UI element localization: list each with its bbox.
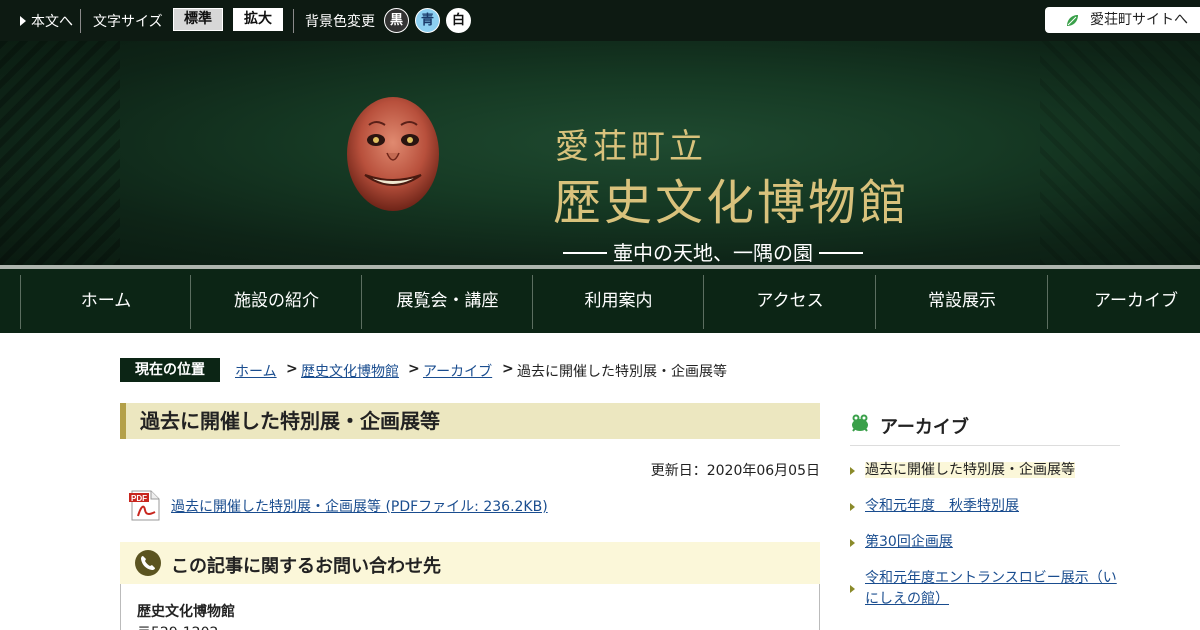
breadcrumb-archive[interactable]: アーカイブ [423, 361, 492, 381]
town-site-link[interactable]: 愛荘町サイトへ [1045, 7, 1200, 33]
frog-icon [852, 414, 868, 432]
sidebar-item-current[interactable]: 過去に開催した特別展・企画展等 [850, 460, 1120, 481]
font-large-button[interactable]: 拡大 [233, 8, 283, 31]
sidebar-item-label: 令和元年度 秋季特別展 [865, 498, 1019, 514]
contact-zip: 〒529-1202 [137, 622, 218, 630]
svg-text:PDF: PDF [131, 494, 147, 503]
tagline-text: 壷中の天地、一隅の園 [613, 241, 813, 265]
sidebar-item-label-cont: にしえの館） [865, 591, 949, 607]
nav-item-guide[interactable]: 利用案内 [532, 275, 704, 329]
contact-body: 歴史文化博物館 〒529-1202 [120, 584, 820, 630]
sidebar-item-label: 過去に開催した特別展・企画展等 [865, 462, 1075, 478]
skip-to-content-link[interactable]: 本文へ [20, 11, 73, 31]
page-title-box: 過去に開催した特別展・企画展等 [120, 403, 820, 439]
breadcrumb-separator: > [502, 361, 514, 377]
breadcrumb-museum[interactable]: 歴史文化博物館 [301, 361, 399, 381]
decorative-dash [819, 252, 863, 254]
town-site-link-label: 愛荘町サイトへ [1090, 12, 1188, 28]
divider [293, 9, 294, 33]
sidebar-item-entrance-lobby[interactable]: 令和元年度エントランスロビー展示（い にしえの館） [850, 568, 1120, 610]
site-title-small: 愛荘町立 [555, 127, 707, 167]
nav-item-facility[interactable]: 施設の紹介 [190, 275, 362, 329]
page-title: 過去に開催した特別展・企画展等 [140, 409, 440, 433]
divider [80, 9, 81, 33]
sidebar-heading-box: アーカイブ [850, 410, 1120, 446]
bg-black-button[interactable]: 黒 [384, 8, 409, 33]
contact-heading-box: この記事に関するお問い合わせ先 [120, 542, 820, 584]
nav-item-access[interactable]: アクセス [703, 275, 876, 329]
sidebar-heading: アーカイブ [880, 417, 969, 438]
town-logo-icon [1067, 15, 1078, 26]
bg-white-button[interactable]: 白 [446, 8, 471, 33]
sidebar-item-autumn-special[interactable]: 令和元年度 秋季特別展 [850, 496, 1120, 517]
breadcrumb-label: 現在の位置 [120, 358, 220, 382]
hero-pattern-right [1040, 41, 1200, 266]
contact-heading: この記事に関するお問い合わせ先 [171, 556, 441, 577]
hero-banner: 愛荘町立 歴史文化博物館 壷中の天地、一隅の園 [0, 41, 1200, 266]
utility-bar: 本文へ 文字サイズ 標準 拡大 背景色変更 黒 青 白 愛荘町サイトへ [0, 0, 1200, 41]
pdf-download-link[interactable]: 過去に開催した特別展・企画展等 (PDFファイル: 236.2KB) [171, 496, 548, 516]
nav-item-permanent[interactable]: 常設展示 [875, 275, 1048, 329]
pdf-icon: PDF [129, 490, 160, 521]
site-tagline: 壷中の天地、一隅の園 [557, 237, 869, 266]
breadcrumb-home[interactable]: ホーム [235, 361, 277, 381]
sidebar-item-label: 令和元年度エントランスロビー展示（い [865, 570, 1117, 586]
phone-icon [135, 550, 161, 576]
hero-pattern-left [0, 41, 120, 266]
font-size-label: 文字サイズ [93, 14, 163, 30]
decorative-dash [563, 252, 607, 254]
font-standard-button[interactable]: 標準 [173, 8, 223, 31]
breadcrumb-separator: > [408, 361, 420, 377]
sidebar-item-30th-exhibition[interactable]: 第30回企画展 [850, 532, 1120, 553]
bg-color-label: 背景色変更 [305, 14, 375, 30]
updated-date: 更新日：2020年06月05日 [650, 463, 820, 479]
breadcrumb-separator: > [286, 361, 298, 377]
sidebar-item-label: 第30回企画展 [865, 534, 953, 550]
contact-org: 歴史文化博物館 [137, 604, 235, 620]
noh-mask-image [347, 97, 439, 211]
site-title-main: 歴史文化博物館 [553, 175, 911, 231]
nav-item-archive[interactable]: アーカイブ [1047, 275, 1200, 329]
global-nav: ホーム 施設の紹介 展覧会・講座 利用案内 アクセス 常設展示 アーカイブ [0, 269, 1200, 333]
nav-item-exhibitions[interactable]: 展覧会・講座 [361, 275, 533, 329]
breadcrumb-current: 過去に開催した特別展・企画展等 [517, 364, 727, 380]
nav-item-home[interactable]: ホーム [20, 275, 191, 329]
bg-blue-button[interactable]: 青 [415, 8, 440, 33]
